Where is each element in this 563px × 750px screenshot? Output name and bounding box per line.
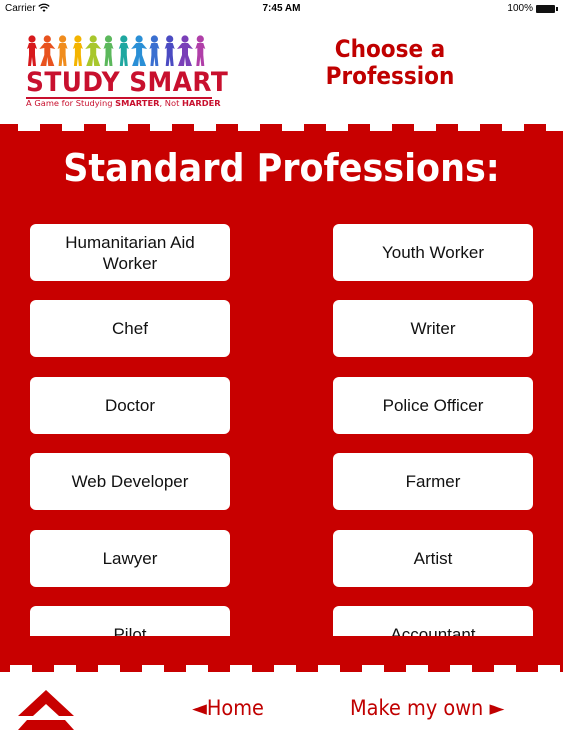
double-chevron-up-icon[interactable] — [18, 690, 74, 732]
edge-tooth — [304, 124, 326, 131]
kid-silhouette — [195, 35, 206, 66]
tagline-bold-harder: HARDER — [181, 98, 221, 108]
edge-tooth — [348, 124, 370, 131]
tagline-text-mid: , Not — [159, 98, 182, 108]
edge-tooth — [252, 665, 274, 672]
logo-title: STUDY SMART — [26, 67, 229, 98]
tagline-text: A Game for Studying — [26, 98, 116, 108]
battery-icon — [536, 5, 558, 13]
edge-tooth — [392, 124, 414, 131]
edge-tooth — [516, 665, 538, 672]
professions-scroll-list[interactable]: Humanitarian Aid Worker Chef Doctor Web Dev… — [0, 222, 563, 636]
kid-silhouette — [118, 35, 129, 66]
battery-percent: 100% — [507, 3, 533, 14]
edge-tooth — [480, 124, 502, 131]
page-title: Choose a Profession — [323, 36, 458, 90]
kid-silhouette — [39, 35, 56, 66]
kid-silhouette — [149, 35, 160, 66]
profession-button[interactable]: Chef — [30, 300, 230, 358]
panel-bottom-edge — [0, 665, 563, 672]
tagline-bold-smarter: SMARTER — [115, 98, 160, 108]
profession-button[interactable]: Youth Worker — [333, 224, 533, 281]
edge-tooth — [436, 124, 458, 131]
profession-label: Pilot — [113, 625, 147, 636]
profession-label: Web Developer — [71, 472, 189, 492]
edge-tooth — [216, 124, 238, 131]
edge-tooth — [340, 665, 362, 672]
edge-tooth — [0, 124, 18, 131]
kid-silhouette — [27, 35, 37, 66]
profession-button[interactable]: Lawyer — [30, 529, 230, 587]
profession-label: Writer — [410, 319, 456, 339]
profession-button[interactable]: Web Developer — [30, 453, 230, 511]
home-link[interactable]: ◄Home — [192, 696, 264, 720]
profession-button[interactable]: Artist — [333, 529, 533, 587]
profession-button[interactable]: Pilot — [30, 606, 230, 636]
profession-label: Chef — [112, 319, 148, 339]
kid-silhouette — [72, 35, 83, 66]
edge-tooth — [120, 665, 142, 672]
edge-tooth — [472, 665, 494, 672]
profession-button[interactable]: Writer — [333, 300, 533, 358]
profession-label: Youth Worker — [381, 243, 485, 262]
edge-tooth — [0, 665, 10, 672]
edge-tooth — [76, 665, 98, 672]
edge-tooth — [260, 124, 282, 131]
kid-silhouette — [85, 35, 102, 66]
logo-tagline: A Game for Studying SMARTER, Not HARDER — [26, 98, 221, 108]
profession-label: Farmer — [405, 472, 461, 492]
profession-label: Artist — [413, 548, 453, 568]
edge-tooth — [208, 665, 230, 672]
edge-tooth — [164, 665, 186, 672]
profession-button[interactable]: Doctor — [30, 376, 230, 434]
edge-tooth — [172, 124, 194, 131]
profession-button[interactable]: Farmer — [333, 453, 533, 511]
edge-tooth — [428, 665, 450, 672]
profession-label: Police Officer — [382, 395, 484, 415]
clock: 7:45 AM — [262, 3, 301, 14]
kids-silhouettes-icon — [27, 35, 206, 66]
status-bar: Carrier 7:45 AM 100% — [0, 0, 563, 18]
panel-top-edge — [0, 124, 546, 131]
edge-tooth — [524, 124, 546, 131]
kid-silhouette — [57, 35, 68, 66]
page-title-line2: Profession — [325, 62, 455, 90]
make-my-own-link[interactable]: Make my own ► — [350, 696, 504, 720]
profession-button[interactable]: Police Officer — [333, 376, 533, 434]
profession-label: Humanitarian Aid Worker — [65, 232, 195, 273]
edge-tooth — [40, 124, 62, 131]
edge-tooth — [128, 124, 150, 131]
profession-button[interactable]: Accountant — [333, 606, 533, 636]
kid-silhouette — [177, 35, 193, 66]
section-title: Standard Professions: — [63, 146, 500, 190]
page-title-line1: Choose a — [334, 35, 446, 63]
kid-silhouette — [103, 35, 114, 66]
profession-label: Accountant — [390, 625, 476, 636]
profession-label: Doctor — [104, 395, 156, 415]
edge-tooth — [84, 124, 106, 131]
edge-tooth — [32, 665, 54, 672]
kid-silhouette — [131, 35, 148, 66]
profession-button[interactable]: Humanitarian Aid Worker — [30, 224, 230, 281]
profession-label: Lawyer — [102, 548, 158, 568]
edge-tooth — [384, 665, 406, 672]
edge-tooth — [296, 665, 318, 672]
study-smart-logo: STUDY SMART A Game for Studying SMARTER,… — [22, 34, 228, 108]
kid-silhouette — [164, 35, 175, 66]
